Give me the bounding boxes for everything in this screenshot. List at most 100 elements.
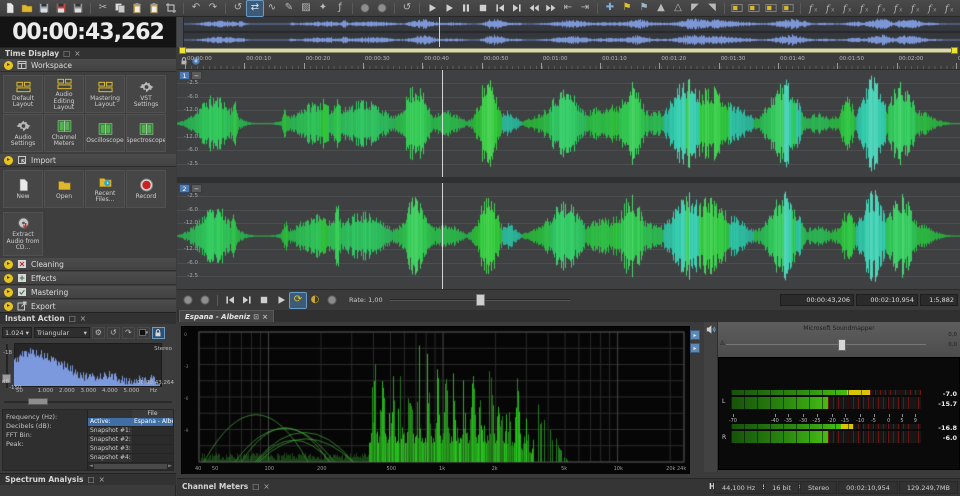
fx-8-icon[interactable]: fx <box>924 1 940 16</box>
save-as-icon[interactable] <box>53 1 69 16</box>
sparkle-tool-icon[interactable]: ✦ <box>315 1 331 16</box>
playhead-cursor[interactable] <box>442 183 443 289</box>
section-header-mastering[interactable]: ▸Mastering <box>0 286 176 299</box>
scrollbar-thumb[interactable] <box>94 464 167 469</box>
expand-icon[interactable]: ▸ <box>4 302 13 311</box>
minimize-icon[interactable]: − <box>191 184 202 193</box>
channel-meters-tab[interactable]: Channel Meters □ × <box>182 482 270 491</box>
zoom-ratio-box[interactable]: 1:5,882 <box>920 294 958 306</box>
range-handle-right[interactable] <box>951 47 958 54</box>
channel-meters-button[interactable]: Channel Meters <box>44 114 84 152</box>
overview-playhead[interactable] <box>439 17 440 47</box>
spectrum-settings-button[interactable]: ⚙ <box>92 327 105 339</box>
spectroscope-button[interactable]: Spectroscope <box>126 114 166 152</box>
save-all-icon[interactable] <box>70 1 86 16</box>
section-header-workspace[interactable]: ▸Workspace <box>0 59 176 72</box>
maximize-icon[interactable]: □ <box>69 314 76 323</box>
close-icon[interactable]: × <box>262 313 268 321</box>
scroll-left-icon[interactable]: ◄ <box>89 463 93 469</box>
table-row[interactable]: Snapshot #1: <box>88 427 173 436</box>
fx-7-icon[interactable]: fx <box>907 1 923 16</box>
channel-number[interactable]: 1 <box>179 71 190 80</box>
playhead-cursor[interactable] <box>442 70 443 177</box>
waveform-channel-1[interactable]: -2.5-6.0-12.0-Inf.-12.0-6.0-2.5 1 − <box>177 70 960 177</box>
cm-panel-button-2[interactable]: ▸ <box>690 343 700 353</box>
scrub-icon[interactable] <box>324 293 340 308</box>
section-header-import[interactable]: ▸Import <box>0 154 176 167</box>
plugin-chain-icon[interactable]: ƒ <box>332 1 348 16</box>
mute-region-icon[interactable] <box>780 1 796 16</box>
speaker-icon[interactable] <box>705 324 716 335</box>
close-icon[interactable]: × <box>263 482 269 491</box>
extract-audio-from-cd-button[interactable]: Extract Audio from CD... <box>3 212 43 256</box>
play-device-icon[interactable]: ◐ <box>307 293 323 308</box>
gain-reset-icon[interactable]: ◬ <box>720 339 725 346</box>
output-gain-slider[interactable] <box>726 339 926 351</box>
go-to-start-icon[interactable] <box>222 293 238 308</box>
open-button[interactable]: Open <box>44 170 84 208</box>
snapshot-button[interactable]: ↷ <box>122 327 135 339</box>
minimize-icon[interactable]: − <box>191 71 202 80</box>
insert-sync-icon[interactable] <box>763 1 779 16</box>
record-button[interactable]: Record <box>126 170 166 208</box>
close-icon[interactable]: × <box>99 475 105 484</box>
table-scrollbar[interactable]: ◄► <box>88 463 173 470</box>
scroll-right-icon[interactable]: ► <box>168 463 172 469</box>
slider-handle[interactable] <box>28 398 48 405</box>
loop-region-icon[interactable] <box>746 1 762 16</box>
audio-settings-button[interactable]: Audio Settings <box>3 114 43 152</box>
go-to-end-icon[interactable] <box>239 293 255 308</box>
new-file-icon[interactable] <box>2 1 18 16</box>
range-bar-track[interactable] <box>183 48 954 53</box>
display-mode-button[interactable]: ▾ <box>137 327 150 339</box>
slider-handle[interactable] <box>476 294 485 306</box>
table-row[interactable]: Snapshot #3: <box>88 445 173 454</box>
section-header-export[interactable]: ▸Export <box>0 300 176 312</box>
cut-icon[interactable]: ✂ <box>95 1 111 16</box>
lock-button[interactable] <box>152 327 165 339</box>
channel-number[interactable]: 2 <box>179 184 190 193</box>
pause-icon[interactable] <box>458 1 474 16</box>
erase-tool-icon[interactable]: ▨ <box>298 1 314 16</box>
table-row[interactable]: Active:Espana - Alben <box>88 418 173 427</box>
play-all-icon[interactable] <box>424 1 440 16</box>
maximize-icon[interactable]: □ <box>252 482 259 491</box>
rate-slider[interactable] <box>390 294 570 306</box>
zoom-in-icon[interactable]: ◤ <box>687 1 703 16</box>
undo-icon[interactable]: ↶ <box>188 1 204 16</box>
snap-icon[interactable]: ✚ <box>602 1 618 16</box>
waveform-channel-2[interactable]: -2.5-6.0-12.0-Inf.-12.0-6.0-2.5 2 − <box>177 183 960 289</box>
new-button[interactable]: New <box>3 170 43 208</box>
open-icon[interactable] <box>19 1 35 16</box>
prev-marker-icon[interactable]: ⇤ <box>560 1 576 16</box>
fx-5-icon[interactable]: fx <box>873 1 889 16</box>
next-marker-icon[interactable]: ⇥ <box>577 1 593 16</box>
expand-icon[interactable]: ▸ <box>4 288 13 297</box>
oscilloscope-button[interactable]: Oscilloscope <box>85 114 125 152</box>
fx-6-icon[interactable]: fx <box>890 1 906 16</box>
undo-history-icon[interactable]: ↺ <box>230 1 246 16</box>
fft-size-select[interactable]: 1.024▾ <box>2 327 32 338</box>
play-icon[interactable] <box>441 1 457 16</box>
zoom-out-icon[interactable]: △ <box>670 1 686 16</box>
close-icon[interactable]: × <box>74 49 80 58</box>
insert-region-icon[interactable]: ⚑ <box>636 1 652 16</box>
slider-handle[interactable] <box>838 339 846 351</box>
recent-files-button[interactable]: Recent Files... <box>85 170 125 208</box>
section-header-cleaning[interactable]: ▸Cleaning <box>0 258 176 271</box>
maximize-icon[interactable]: □ <box>63 49 70 58</box>
expand-icon[interactable]: ▸ <box>4 274 13 283</box>
record-remote-icon[interactable] <box>374 1 390 16</box>
rewind-icon[interactable] <box>526 1 542 16</box>
fx-3-icon[interactable]: fx <box>839 1 855 16</box>
spectrum-analysis-tab[interactable]: Spectrum Analysis □ × <box>0 473 176 485</box>
default-layout-button[interactable]: Default Layout <box>3 75 43 113</box>
section-header-effects[interactable]: ▸Effects <box>0 272 176 285</box>
overview-grip[interactable] <box>177 17 184 47</box>
instant-action-tab[interactable]: Instant Action □ × <box>0 312 176 324</box>
redo-icon[interactable]: ↷ <box>205 1 221 16</box>
go-to-start-icon[interactable] <box>492 1 508 16</box>
stop-icon[interactable] <box>256 293 272 308</box>
cursor-position-box[interactable]: 00:00:43,206 <box>780 294 854 306</box>
fx-2-icon[interactable]: fx <box>822 1 838 16</box>
